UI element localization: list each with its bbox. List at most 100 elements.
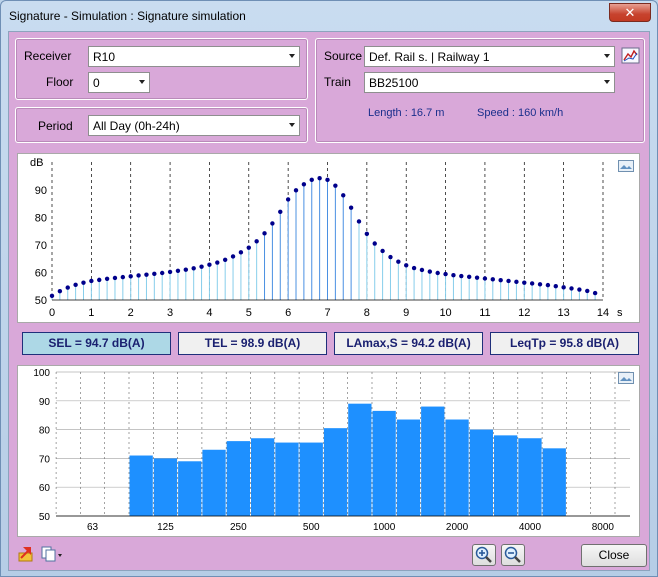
signature-point: [222, 257, 228, 262]
close-button[interactable]: Close: [581, 544, 647, 567]
y-tick-label: 60: [39, 483, 51, 494]
source-value: Def. Rail s. | Railway 1: [369, 50, 490, 64]
period-panel: Period All Day (0h-24h): [15, 107, 308, 143]
window-title: Signature - Simulation : Signature simul…: [9, 9, 246, 23]
metric-box-1[interactable]: TEL = 98.9 dB(A): [178, 332, 327, 355]
signature-point: [215, 260, 220, 265]
signature-point: [474, 275, 480, 280]
signature-point: [522, 280, 527, 285]
metric-box-0[interactable]: SEL = 94.7 dB(A): [22, 332, 171, 355]
signature-point: [301, 182, 307, 187]
y-tick-label: 100: [33, 368, 50, 379]
signature-point: [325, 177, 330, 183]
chart-export-icon[interactable]: [618, 160, 634, 172]
signature-point: [388, 254, 393, 260]
signature-point: [57, 288, 63, 294]
spectrum-bar: [542, 448, 566, 516]
spectrum-bar: [445, 419, 469, 516]
signature-point: [207, 262, 212, 267]
x-tick-label: 13: [558, 307, 570, 319]
period-select[interactable]: All Day (0h-24h): [88, 115, 300, 136]
x-tick-label: 250: [230, 522, 247, 533]
zoom-out-icon: [504, 546, 521, 563]
signature-point: [435, 270, 440, 276]
spectrum-bar: [202, 449, 226, 516]
spectrum-bar: [251, 438, 275, 516]
spectrum-bar: [299, 442, 323, 516]
signature-point: [490, 277, 495, 282]
y-unit-label: dB: [30, 157, 43, 169]
zoom-out-button[interactable]: [501, 544, 525, 566]
y-tick-label: 80: [39, 426, 51, 437]
signature-point: [183, 267, 189, 272]
zoom-in-button[interactable]: [472, 544, 496, 566]
chevron-down-icon: [604, 80, 610, 84]
title-bar[interactable]: Signature - Simulation : Signature simul…: [1, 1, 657, 31]
x-tick-label: 7: [324, 307, 330, 319]
copy-icon: [41, 546, 62, 562]
signature-point: [81, 280, 86, 285]
x-tick-label: 12: [518, 307, 530, 319]
x-tick-label: 8: [364, 307, 370, 319]
metric-box-3[interactable]: LeqTp = 95.8 dB(A): [490, 332, 639, 355]
signature-point: [262, 231, 267, 236]
receiver-label: Receiver: [24, 49, 72, 63]
signature-point: [372, 241, 377, 246]
y-tick-label: 90: [35, 185, 47, 197]
spectrum-bar: [129, 455, 153, 516]
copy-dropdown-button[interactable]: [41, 545, 65, 563]
signature-point: [545, 282, 551, 288]
window-close-button[interactable]: ✕: [609, 3, 651, 22]
spectrum-bar: [323, 428, 348, 516]
receiver-select[interactable]: R10: [88, 46, 300, 67]
signature-point: [160, 270, 165, 276]
spectrum-bar: [396, 419, 421, 516]
signature-point: [136, 273, 141, 278]
period-label: Period: [38, 119, 73, 133]
spectrum-bar: [421, 406, 445, 516]
time-signature-chart: 0 1 2 3 4 5 6 7 8 9 10 11 12 13 145060708090dBs: [30, 157, 623, 319]
signature-point: [254, 239, 259, 244]
y-tick-label: 70: [39, 454, 51, 465]
signature-point: [427, 269, 433, 274]
export-button[interactable]: [17, 545, 37, 563]
chart-export-icon[interactable]: [618, 372, 634, 384]
chevron-down-icon: [289, 54, 295, 58]
time-signature-chart-panel: 0 1 2 3 4 5 6 7 8 9 10 11 12 13 14 50 60 70 80 90 dB s: [17, 153, 640, 323]
spectrum-bar: [372, 410, 396, 516]
spectrum-bar: [469, 429, 493, 516]
x-tick-label: 8000: [592, 522, 615, 533]
y-tick-label: 90: [39, 397, 51, 408]
chevron-down-icon: [139, 80, 145, 84]
signature-point: [89, 278, 94, 284]
signature-point: [152, 271, 157, 277]
y-tick-label: 60: [35, 267, 47, 279]
source-select[interactable]: Def. Rail s. | Railway 1: [364, 46, 615, 67]
signature-point: [238, 250, 244, 255]
signature-point: [293, 188, 299, 193]
y-tick-label: 50: [39, 512, 51, 523]
chevron-down-icon: [289, 123, 295, 127]
line-chart-icon: [621, 47, 640, 64]
signature-point: [278, 209, 283, 215]
floor-select[interactable]: 0: [88, 72, 150, 93]
metric-box-2[interactable]: LAmax,S = 94.2 dB(A): [334, 332, 483, 355]
dialog-window: Signature - Simulation : Signature simul…: [0, 0, 658, 577]
spectrum-chart: 50 60 70 80 90 100 63 125 250 500 1000 2000 4000 8000: [33, 368, 630, 533]
signature-point: [411, 265, 417, 271]
receiver-value: R10: [93, 50, 116, 64]
spectrum-bar: [178, 461, 202, 516]
signature-point: [569, 286, 574, 291]
x-tick-label: 2: [128, 307, 134, 319]
y-tick-label: 80: [35, 212, 47, 224]
x-tick-label: 14: [597, 307, 609, 319]
signature-point: [104, 276, 110, 281]
train-label: Train: [324, 75, 351, 89]
train-select[interactable]: BB25100: [364, 72, 615, 93]
chevron-down-icon: [604, 54, 610, 58]
signature-point: [73, 282, 78, 288]
chart-view-button[interactable]: [621, 47, 641, 65]
signature-point: [514, 279, 519, 285]
signature-point: [309, 177, 314, 183]
signature-point: [97, 277, 102, 283]
